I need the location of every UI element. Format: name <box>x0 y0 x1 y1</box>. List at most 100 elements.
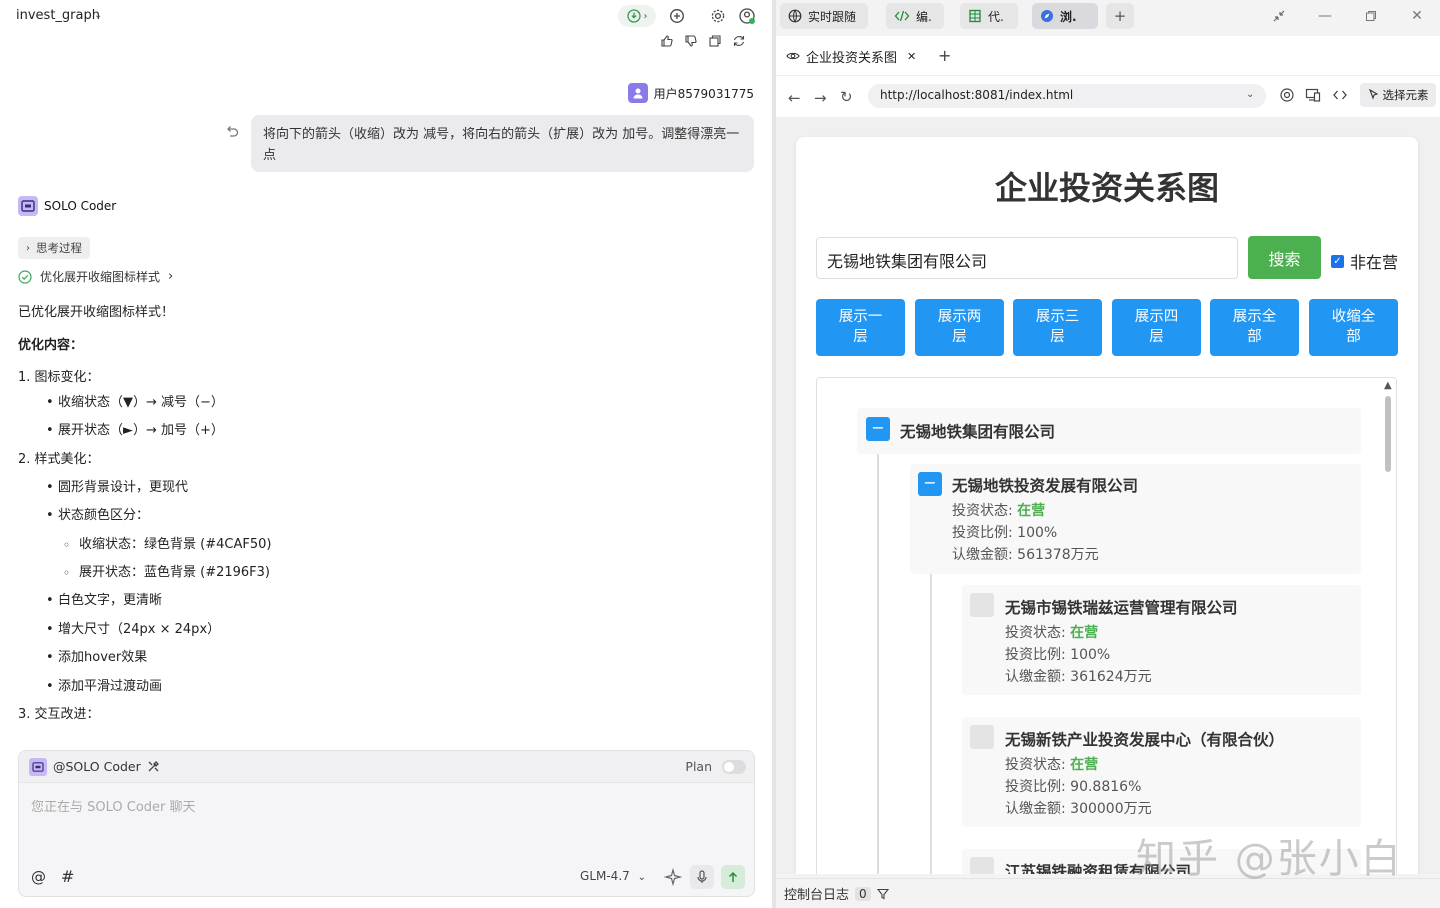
browser-tab[interactable]: 企业投资关系图 ✕ <box>786 44 916 68</box>
chevron-down-icon: ⌄ <box>637 872 646 883</box>
node-name: 无锡新铁产业投资发展中心（有限合伙） <box>1005 731 1285 749</box>
collapse-icon[interactable] <box>1256 0 1302 32</box>
select-element-button[interactable]: 选择元素 <box>1360 83 1436 107</box>
agent-mention[interactable]: @SOLO Coder <box>53 759 141 774</box>
browser-tab-title: 企业投资关系图 <box>806 50 898 66</box>
tab-code[interactable]: 代. <box>960 3 1018 29</box>
list-item: 展开状态：蓝色背景 (#2196F3) <box>18 559 758 588</box>
new-chat-icon[interactable] <box>668 7 686 25</box>
list-item: 展开状态（►）→ 加号（+） <box>18 417 758 446</box>
settings-gear-icon[interactable] <box>709 7 727 25</box>
chat-input[interactable]: 您正在与 SOLO Coder 聊天 <box>31 796 196 815</box>
company-search-input[interactable]: 无锡地铁集团有限公司 <box>816 237 1238 279</box>
collapse-toggle[interactable]: − <box>866 417 890 441</box>
bot-avatar <box>29 757 47 776</box>
collapse-toggle[interactable]: − <box>918 472 942 496</box>
step-label: 优化展开收缩图标样式 <box>40 270 161 284</box>
reload-icon[interactable]: ↻ <box>840 88 853 106</box>
tab-editor[interactable]: 编. <box>886 3 944 29</box>
add-tab-button[interactable]: + <box>1106 3 1134 29</box>
filter-icon[interactable] <box>876 888 889 900</box>
node-name: 无锡市锡铁瑞兹运营管理有限公司 <box>1005 599 1238 617</box>
thumbs-up-icon[interactable] <box>660 34 674 48</box>
download-status-button[interactable]: › <box>618 5 656 27</box>
inactive-filter-checkbox[interactable]: ✓ 非在营 <box>1331 249 1398 273</box>
tree-scrollbar[interactable]: ▲ <box>1382 380 1394 874</box>
leaf-toggle[interactable] <box>970 857 994 874</box>
composer-header: @SOLO Coder Plan <box>19 751 754 783</box>
page-title: 企业投资关系图 <box>994 169 1219 207</box>
context-button[interactable]: # <box>61 867 74 886</box>
plan-toggle[interactable] <box>722 760 746 774</box>
node-details: 投资状态: 在营 投资比例: 100% 认缴金额: 361624万元 <box>1005 625 1152 685</box>
show-four-levels-button[interactable]: 展示四层 <box>1112 299 1201 356</box>
scroll-thumb[interactable] <box>1385 396 1391 472</box>
tree-node: 无锡市锡铁瑞兹运营管理有限公司 投资状态: 在营 投资比例: 100% 认缴金额… <box>962 585 1361 695</box>
restore-button[interactable] <box>1348 0 1394 32</box>
forward-arrow-icon[interactable]: → <box>814 89 827 107</box>
answer-heading: 优化内容： <box>18 338 84 353</box>
robot-icon <box>21 200 35 212</box>
undo-icon[interactable] <box>224 124 240 140</box>
code-icon <box>894 10 910 22</box>
back-arrow-icon[interactable]: ← <box>788 89 801 107</box>
project-title[interactable]: invest_graph <box>16 8 100 23</box>
source-code-icon[interactable] <box>1332 87 1348 103</box>
send-button[interactable] <box>721 865 745 889</box>
chevron-down-icon[interactable]: ⌄ <box>1246 89 1254 100</box>
scroll-up-icon[interactable]: ▲ <box>1384 380 1392 391</box>
chat-panel: invest_graph ⌄ › 用户8579031775 将向下的箭头（收缩）… <box>0 0 772 908</box>
account-icon[interactable] <box>738 7 756 25</box>
download-circle-icon <box>626 9 641 23</box>
user-avatar <box>627 83 648 103</box>
node-name: 无锡地铁投资发展有限公司 <box>952 477 1139 495</box>
bot-message-header: SOLO Coder <box>18 196 116 216</box>
thinking-process-toggle[interactable]: › 思考过程 <box>18 237 90 259</box>
tools-icon[interactable] <box>147 760 160 773</box>
regenerate-icon[interactable] <box>732 34 746 48</box>
minimize-button[interactable]: — <box>1302 0 1348 32</box>
bot-name: SOLO Coder <box>44 199 117 213</box>
list-item: 白色文字，更清晰 <box>18 587 758 616</box>
chevron-right-icon: › <box>26 242 30 254</box>
target-icon[interactable] <box>1279 87 1295 103</box>
responsive-device-icon[interactable] <box>1305 87 1321 103</box>
list-item: 添加平滑过渡动画 <box>18 673 758 702</box>
show-two-levels-button[interactable]: 展示两层 <box>915 299 1004 356</box>
leaf-toggle[interactable] <box>970 593 994 617</box>
new-tab-button[interactable]: + <box>938 46 951 65</box>
tab-live-follow[interactable]: 实时跟随 <box>780 3 868 29</box>
tree-connector <box>930 574 932 874</box>
console-count-badge: 0 <box>855 886 871 901</box>
feedback-toolbar <box>660 34 746 48</box>
panel-tabs: 实时跟随 编. 代. 浏. + — ✕ <box>776 0 1440 32</box>
microphone-button[interactable] <box>690 865 714 889</box>
mention-button[interactable]: @ <box>31 868 46 886</box>
leaf-toggle[interactable] <box>970 725 994 749</box>
collapse-all-button[interactable]: 收缩全部 <box>1309 299 1398 356</box>
tab-browser[interactable]: 浏. <box>1032 3 1098 29</box>
model-selector[interactable]: GLM-4.7 ⌄ <box>580 869 646 883</box>
thinking-label: 思考过程 <box>36 241 82 255</box>
close-button[interactable]: ✕ <box>1394 0 1440 32</box>
search-button[interactable]: 搜索 <box>1248 236 1321 279</box>
globe-icon <box>788 9 802 23</box>
list-item: 状态颜色区分： <box>18 502 758 531</box>
bot-answer: 已优化展开收缩图标样式！ 优化内容： 1. 图标变化： 收缩状态（▼）→ 减号（… <box>18 302 758 729</box>
completed-step[interactable]: 优化展开收缩图标样式 › <box>18 268 173 285</box>
watermark-text: 知乎 @张小白 <box>1136 836 1403 882</box>
chevron-down-icon[interactable]: ⌄ <box>94 10 102 21</box>
thumbs-down-icon[interactable] <box>684 34 698 48</box>
check-circle-icon <box>18 269 32 284</box>
cursor-icon <box>1368 89 1378 100</box>
url-input[interactable]: http://localhost:8081/index.html <box>868 84 1266 108</box>
show-three-levels-button[interactable]: 展示三层 <box>1013 299 1102 356</box>
sparkle-icon[interactable] <box>664 868 682 886</box>
node-name: 无锡地铁集团有限公司 <box>900 423 1056 441</box>
copy-icon[interactable] <box>708 34 722 48</box>
show-all-button[interactable]: 展示全部 <box>1210 299 1299 356</box>
show-one-level-button[interactable]: 展示一层 <box>816 299 905 356</box>
close-tab-icon[interactable]: ✕ <box>907 50 916 63</box>
microphone-icon <box>697 870 707 883</box>
checkbox-checked-icon[interactable]: ✓ <box>1331 254 1344 268</box>
